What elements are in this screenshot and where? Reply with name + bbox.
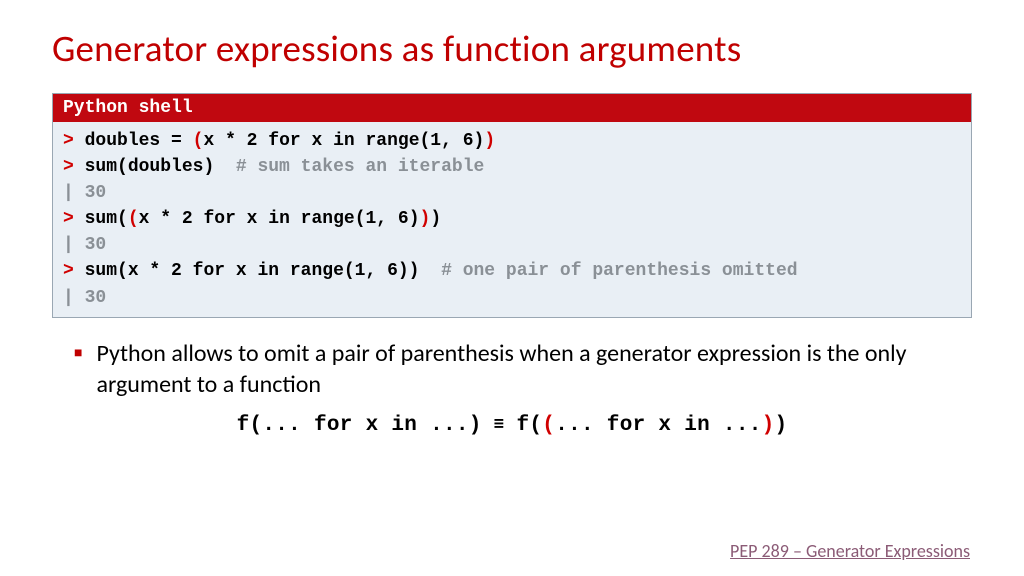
- code-text: ): [430, 209, 441, 229]
- paren: ): [762, 414, 775, 437]
- shell-header: Python shell: [53, 94, 971, 122]
- prompt: >: [63, 261, 74, 281]
- code-text: x * 2 for x in range(1, 6): [139, 209, 420, 229]
- comment: # sum takes an iterable: [214, 157, 484, 177]
- equivalence-line: f(... for x in ...)≡f((... for x in ...)…: [52, 410, 972, 437]
- equiv-r1: f(: [516, 414, 542, 437]
- pipe: |: [63, 235, 74, 255]
- code-text: doubles =: [85, 131, 193, 151]
- equiv-left: f(... for x in ...): [237, 414, 482, 437]
- slide: Generator expressions as function argume…: [0, 0, 1024, 576]
- prompt: >: [63, 209, 74, 229]
- python-shell-block: Python shell > doubles = (x * 2 for x in…: [52, 93, 972, 318]
- comment: # one pair of parenthesis omitted: [419, 261, 797, 281]
- paren: ): [484, 131, 495, 151]
- bullet-item: ■ Python allows to omit a pair of parent…: [74, 338, 972, 400]
- slide-title: Generator expressions as function argume…: [52, 26, 972, 71]
- output: 30: [85, 183, 107, 203]
- code-text: sum(: [85, 209, 128, 229]
- code-text: x * 2 for x in range(1, 6): [203, 131, 484, 151]
- paren: ): [420, 209, 431, 229]
- paren: (: [542, 414, 555, 437]
- prompt: >: [63, 157, 74, 177]
- equiv-symbol: ≡: [482, 410, 517, 436]
- bullet-icon: ■: [74, 338, 82, 400]
- equiv-r5: ): [775, 414, 788, 437]
- output: 30: [85, 235, 107, 255]
- code-text: sum(x * 2 for x in range(1, 6)): [85, 261, 420, 281]
- paren: (: [128, 209, 139, 229]
- prompt: >: [63, 131, 74, 151]
- shell-body: > doubles = (x * 2 for x in range(1, 6))…: [53, 122, 971, 317]
- pipe: |: [63, 288, 74, 308]
- pipe: |: [63, 183, 74, 203]
- bullet-text: Python allows to omit a pair of parenthe…: [96, 338, 972, 400]
- bullet-list: ■ Python allows to omit a pair of parent…: [74, 338, 972, 400]
- code-text: sum(doubles): [85, 157, 215, 177]
- output: 30: [85, 288, 107, 308]
- paren: (: [193, 131, 204, 151]
- footer-link[interactable]: PEP 289 – Generator Expressions: [730, 540, 970, 562]
- equiv-r3: ... for x in ...: [555, 414, 761, 437]
